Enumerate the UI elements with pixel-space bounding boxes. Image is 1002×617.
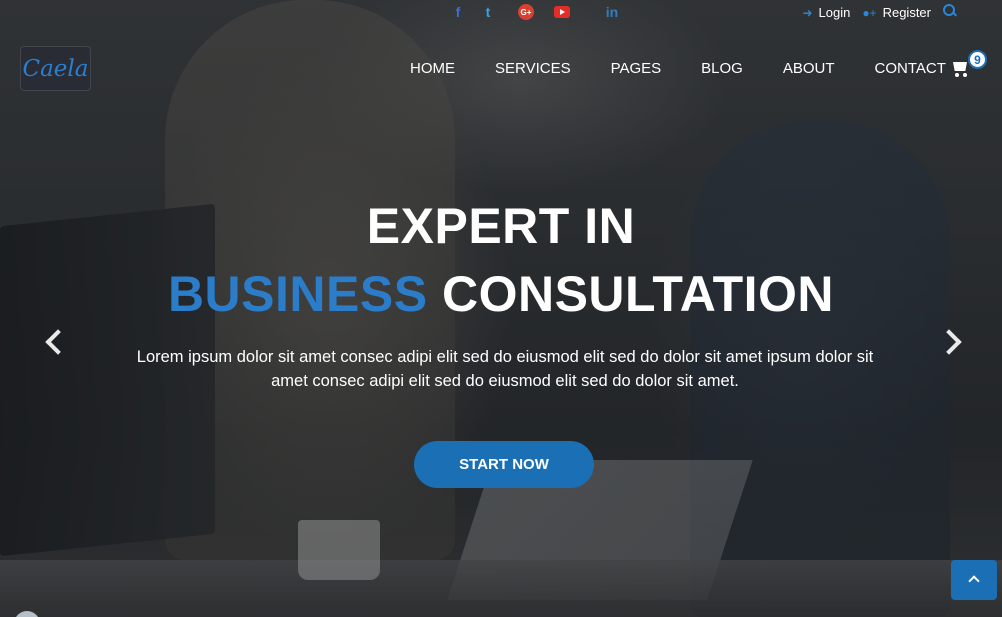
register-link[interactable]: ●+ Register [862,5,931,20]
sign-in-icon: ➜ [802,5,813,20]
linkedin-icon[interactable]: in [592,4,632,20]
cart-count-badge: 9 [968,50,987,69]
twitter-icon[interactable]: t [468,4,508,20]
register-label: Register [882,5,931,20]
nav-item-contact[interactable]: CONTACT [855,60,966,77]
search-icon[interactable] [943,4,957,18]
site-logo[interactable]: Caela [20,46,91,91]
top-bar: f t G+ in ➜ Login ●+ Register [0,0,1002,26]
cart-basket [953,62,967,71]
nav-item-pages[interactable]: PAGES [591,60,682,77]
nav-item-blog[interactable]: BLOG [681,60,763,77]
hero-title-rest: CONSULTATION [427,266,835,322]
login-label: Login [818,5,851,20]
nav-item-home[interactable]: HOME [390,60,475,77]
cart-icon[interactable] [951,60,969,77]
facebook-icon[interactable]: f [448,4,468,20]
start-now-button[interactable]: START NOW [414,441,594,488]
cart-wheel [955,73,959,77]
add-user-icon: ●+ [862,5,877,20]
hero-description: Lorem ipsum dolor sit amet consec adipi … [136,348,874,390]
hero-title-line2: BUSINESS CONSULTATION [0,265,1002,323]
carousel-prev-icon[interactable] [42,326,66,356]
hero-title-accent: BUSINESS [167,266,428,322]
back-to-top-button[interactable] [951,560,997,600]
cart-wheel [963,73,967,77]
nav-item-services[interactable]: SERVICES [475,60,591,77]
carousel-next-icon[interactable] [940,326,964,356]
hero-title-line1: EXPERT IN [366,198,636,254]
login-link[interactable]: ➜ Login [802,5,850,20]
nav-item-about[interactable]: ABOUT [763,60,855,77]
main-nav: HOME SERVICES PAGES BLOG ABOUT CONTACT [390,60,966,77]
account-links: ➜ Login ●+ Register [802,5,931,20]
google-plus-icon[interactable]: G+ [518,4,534,20]
youtube-icon[interactable] [554,6,570,18]
social-links: f t G+ in [448,4,632,20]
